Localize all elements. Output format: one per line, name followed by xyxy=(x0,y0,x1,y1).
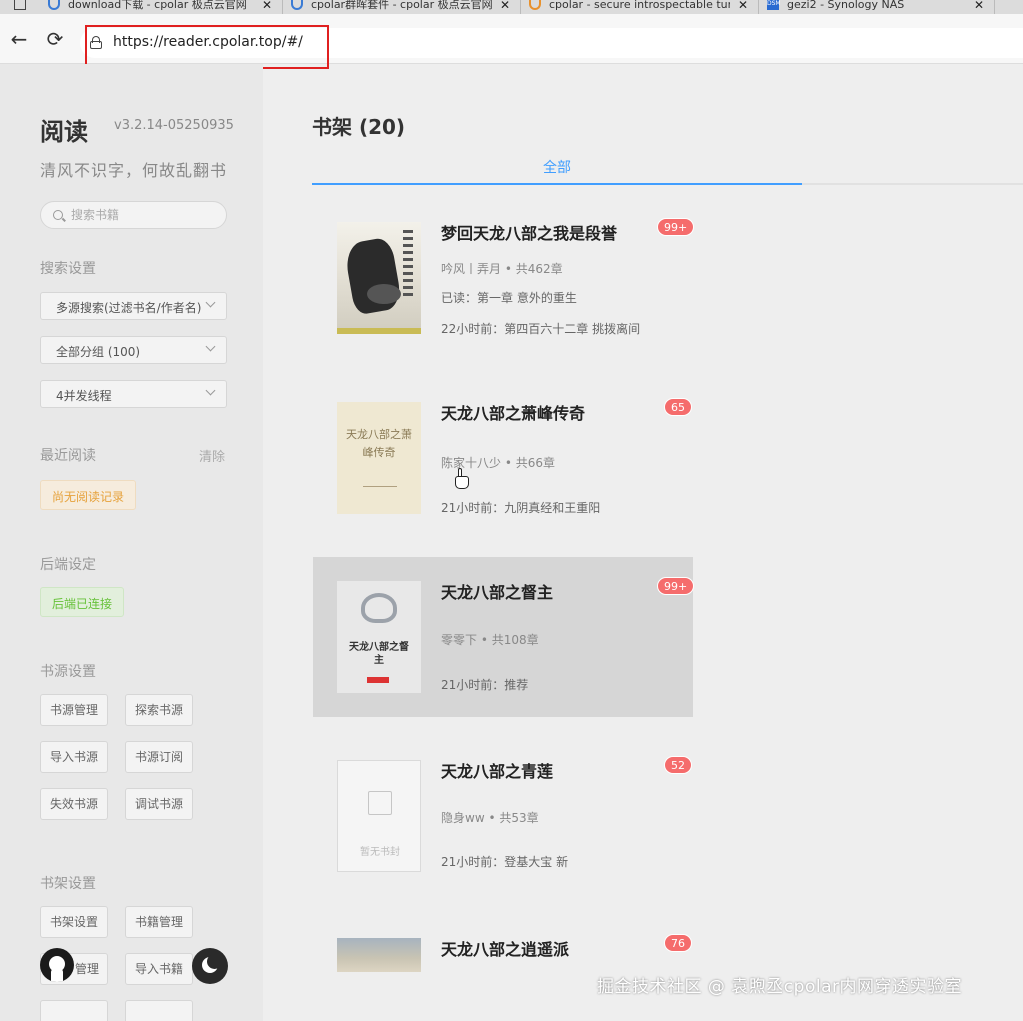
shelf-settings-button[interactable]: 书架设置 xyxy=(40,906,108,938)
app-slogan: 清风不识字，何故乱翻书 xyxy=(40,161,228,180)
chevron-down-icon xyxy=(205,385,216,396)
book-item[interactable]: 天龙八部之萧峰传奇 天龙八部之萧峰传奇 65 陈家十八少 • 共66章 21小时… xyxy=(313,378,693,538)
book-item[interactable]: 暂无书封 天龙八部之青莲 52 隐身ww • 共53章 21小时前：登基大宝 新 xyxy=(313,736,693,896)
group-select[interactable]: 全部分组 (100) xyxy=(40,336,227,364)
explore-source-button[interactable]: 探索书源 xyxy=(125,694,193,726)
backend-status-tag[interactable]: 后端已连接 xyxy=(40,587,125,617)
unread-badge: 99+ xyxy=(657,577,695,595)
unread-badge: 52 xyxy=(664,756,692,774)
sidebar-button[interactable] xyxy=(40,1000,108,1021)
book-latest-chapter: 21小时前：九阴真经和王重阳 xyxy=(441,501,601,515)
search-box[interactable] xyxy=(40,201,227,229)
page-title: 书架 (20) xyxy=(312,115,406,139)
invalid-source-button[interactable]: 失效书源 xyxy=(40,788,108,820)
dsm-icon: DSM xyxy=(767,0,781,10)
subscribe-source-button[interactable]: 书源订阅 xyxy=(125,741,193,773)
search-input[interactable] xyxy=(71,206,221,224)
import-book-button[interactable]: 导入书籍 xyxy=(125,953,193,985)
book-meta: 隐身ww • 共53章 xyxy=(441,811,539,825)
close-icon[interactable]: ✕ xyxy=(500,0,510,11)
book-meta: 吟风丨弄月 • 共462章 xyxy=(441,262,563,276)
book-cover xyxy=(337,938,421,972)
no-history-tag: 尚无阅读记录 xyxy=(40,480,137,510)
close-icon[interactable]: ✕ xyxy=(738,0,748,11)
source-settings-label: 书源设置 xyxy=(40,664,96,680)
browser-tab[interactable]: DSM gezi2 - Synology NAS ✕ xyxy=(759,0,995,14)
hand-cursor-icon xyxy=(455,468,469,490)
browser-tab-strip: download下载 - cpolar 极点云官网 ✕ cpolar群晖套件 -… xyxy=(0,0,1023,14)
app-title: 阅读 xyxy=(40,118,88,146)
book-meta: 零零下 • 共108章 xyxy=(441,633,539,647)
threads-select[interactable]: 4并发线程 xyxy=(40,380,227,408)
recent-reading-label: 最近阅读 xyxy=(40,448,96,464)
book-cover: 天龙八部之督主 xyxy=(337,581,421,693)
book-item[interactable]: 天龙八部之督主 天龙八部之督主 99+ 零零下 • 共108章 21小时前：推荐 xyxy=(313,557,695,717)
highlight-box xyxy=(85,25,329,69)
search-source-select[interactable]: 多源搜索(过滤书名/作者名) xyxy=(40,292,227,320)
unread-badge: 65 xyxy=(664,398,692,416)
book-latest-chapter: 21小时前：登基大宝 新 xyxy=(441,855,569,869)
close-icon[interactable]: ✕ xyxy=(974,0,984,11)
cpolar-blue-icon xyxy=(48,0,60,10)
book-latest-chapter: 21小时前：推荐 xyxy=(441,678,529,692)
book-cover: 天龙八部之萧峰传奇 xyxy=(337,402,421,514)
clear-history-link[interactable]: 清除 xyxy=(199,446,225,465)
book-progress: 已读：第一章 意外的重生 xyxy=(441,291,577,305)
sidebar-button[interactable] xyxy=(125,1000,193,1021)
watermark: 掘金技术社区 @ 袁煦丞cpolar内网穿透实验室 xyxy=(597,977,962,997)
source-manage-button[interactable]: 书源管理 xyxy=(40,694,108,726)
tab-active-indicator xyxy=(312,183,802,185)
debug-source-button[interactable]: 调试书源 xyxy=(125,788,193,820)
close-icon[interactable]: ✕ xyxy=(262,0,272,11)
book-title: 天龙八部之逍遥派 xyxy=(441,940,570,959)
shelf-settings-label: 书架设置 xyxy=(40,876,96,892)
book-manage-button[interactable]: 书籍管理 xyxy=(125,906,193,938)
cpolar-blue-icon xyxy=(291,0,303,10)
book-cover xyxy=(337,222,421,334)
book-icon xyxy=(368,791,392,815)
book-item[interactable]: 梦回天龙八部之我是段誉 99+ 吟风丨弄月 • 共462章 已读：第一章 意外的… xyxy=(313,198,695,358)
browser-tab[interactable]: download下载 - cpolar 极点云官网 ✕ xyxy=(40,0,283,14)
chevron-down-icon xyxy=(205,297,216,308)
search-settings-label: 搜索设置 xyxy=(40,261,96,277)
book-latest-chapter: 22小时前：第四百六十二章 挑拨离间 xyxy=(441,322,641,336)
chevron-down-icon xyxy=(205,341,216,352)
book-title: 梦回天龙八部之我是段誉 xyxy=(441,224,618,243)
reload-icon[interactable]: ⟳ xyxy=(42,26,68,52)
browser-tab[interactable]: cpolar - secure introspectable tunnels ✕ xyxy=(521,0,759,14)
book-title: 天龙八部之青莲 xyxy=(441,762,554,781)
import-source-button[interactable]: 导入书源 xyxy=(40,741,108,773)
sidebar: 阅读 v3.2.14-05250935 清风不识字，何故乱翻书 搜索设置 多源搜… xyxy=(0,64,263,1021)
unread-badge: 76 xyxy=(664,934,692,952)
cpolar-orange-icon xyxy=(529,0,541,10)
app-version: v3.2.14-05250935 xyxy=(114,118,234,133)
book-cover: 暂无书封 xyxy=(337,760,421,872)
unread-badge: 99+ xyxy=(657,218,695,236)
backend-settings-label: 后端设定 xyxy=(40,557,96,573)
browser-tab[interactable]: cpolar群晖套件 - cpolar 极点云官网 ✕ xyxy=(283,0,521,14)
tab-all[interactable]: 全部 xyxy=(312,157,802,177)
search-icon xyxy=(53,210,63,220)
back-arrow-icon[interactable]: ← xyxy=(6,26,32,52)
tab-actions-icon[interactable] xyxy=(0,0,40,14)
dark-mode-toggle[interactable] xyxy=(192,948,228,984)
github-icon[interactable] xyxy=(40,948,74,982)
book-title: 天龙八部之萧峰传奇 xyxy=(441,404,586,423)
book-title: 天龙八部之督主 xyxy=(441,583,554,602)
